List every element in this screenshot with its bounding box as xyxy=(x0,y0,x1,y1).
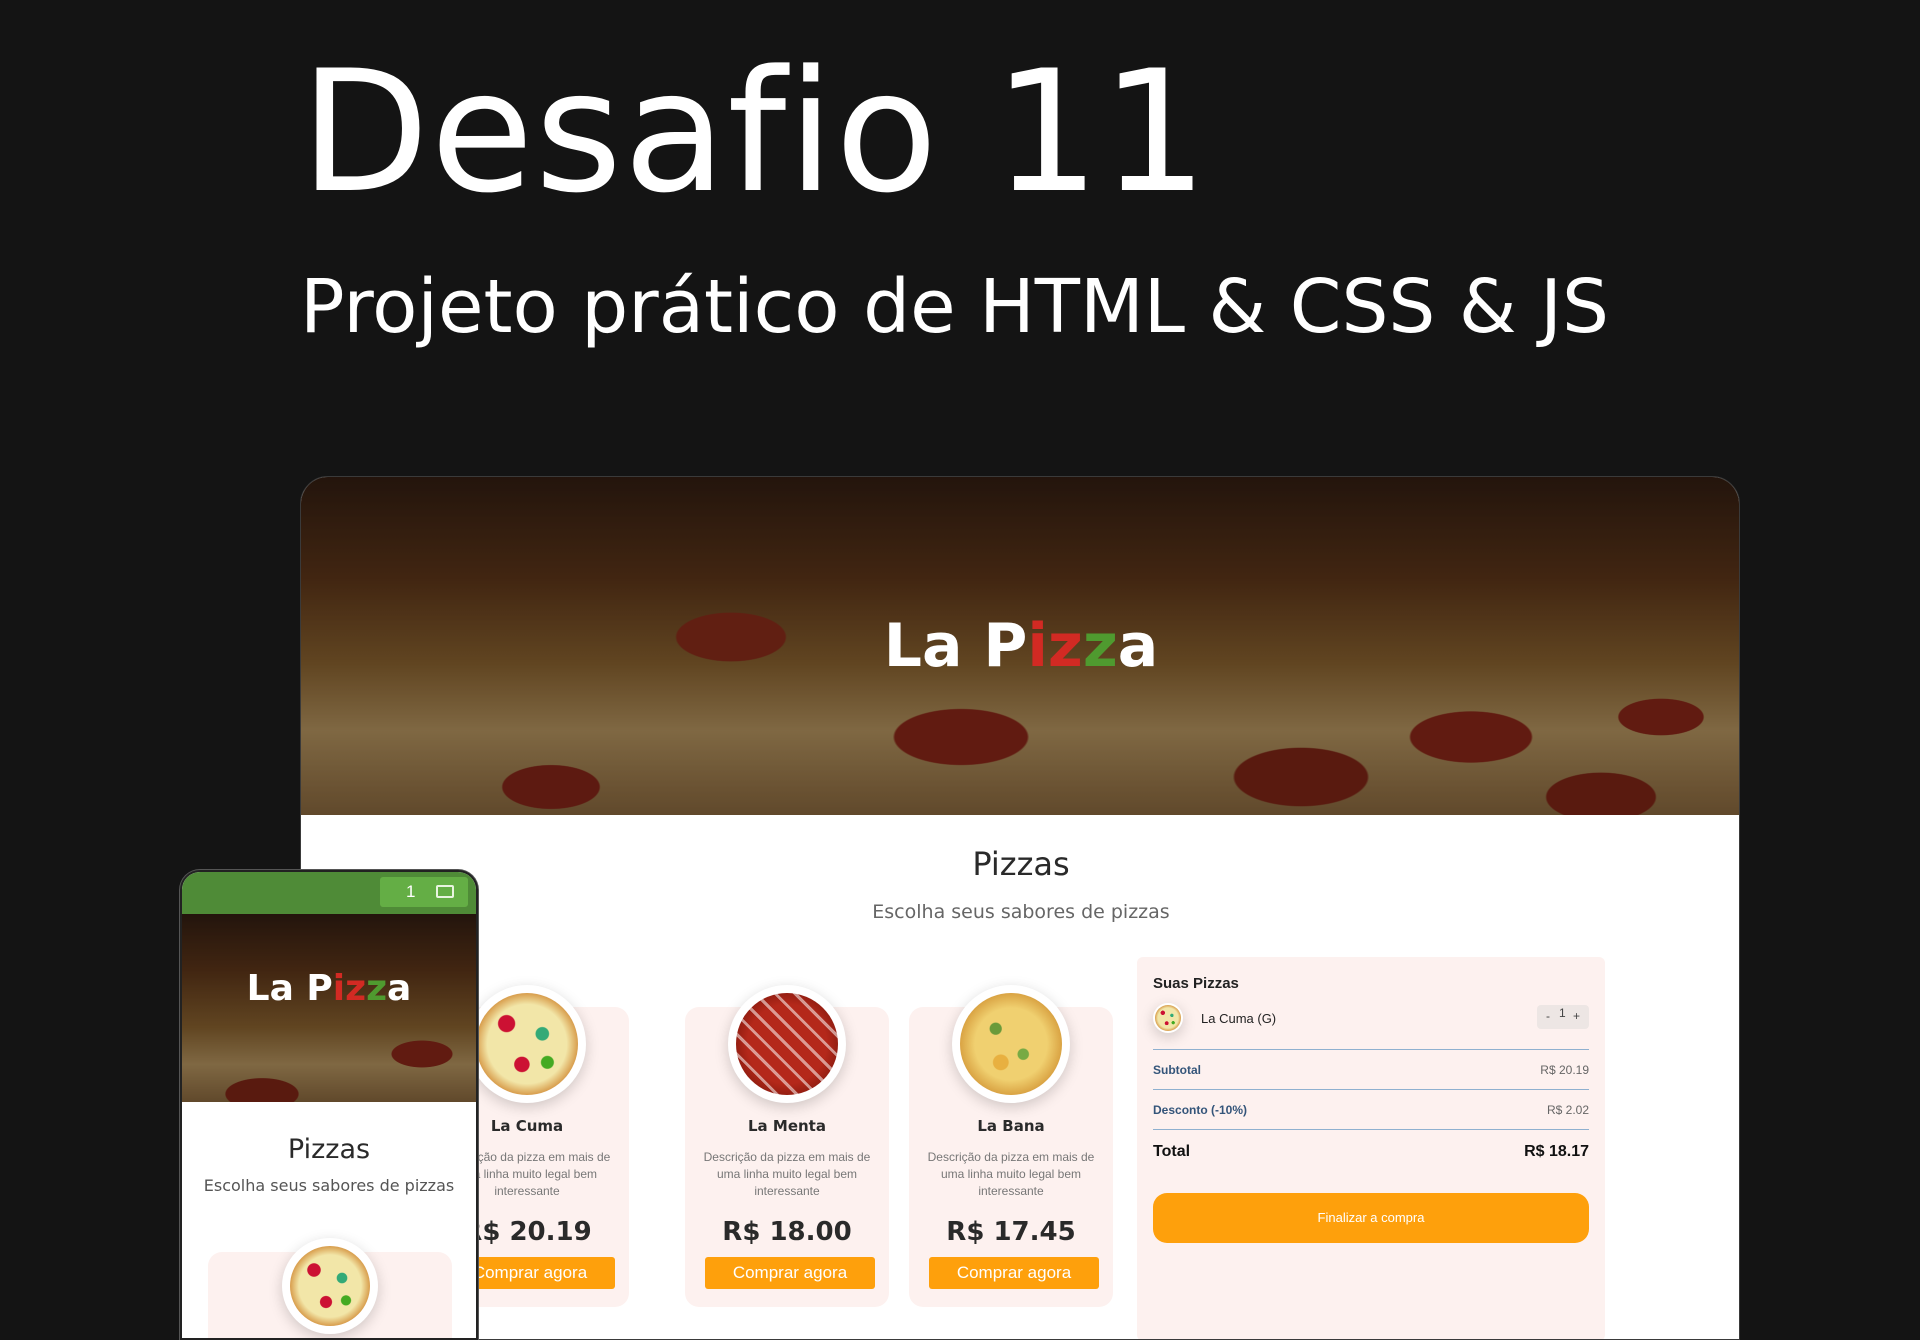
discount-value: R$ 2.02 xyxy=(1546,1103,1589,1117)
increase-button[interactable]: + xyxy=(1573,1009,1580,1023)
product-card: La Bana Descrição da pizza em mais de um… xyxy=(909,985,1113,1307)
checkout-button[interactable]: Finalizar a compra xyxy=(1153,1193,1589,1243)
mobile-section-subtitle: Escolha seus sabores de pizzas xyxy=(203,1176,455,1195)
buy-button[interactable]: Comprar agora xyxy=(705,1257,875,1289)
cart-count: 1 xyxy=(406,882,416,901)
mobile-section-title: Pizzas xyxy=(287,1134,371,1165)
product-description: Descrição da pizza em mais de uma linha … xyxy=(703,1150,871,1198)
quantity-value: 1 xyxy=(1559,1006,1566,1020)
subtotal-label: Subtotal xyxy=(1153,1063,1201,1077)
subtotal-row: Subtotal R$ 20.19 xyxy=(1153,1049,1589,1089)
cart-item-name: La Cuma (G) xyxy=(1201,1011,1277,1026)
mobile-topbar: 1 xyxy=(182,872,476,914)
pizza-image xyxy=(728,985,846,1103)
cart-icon xyxy=(436,885,454,898)
logo: La Pizza xyxy=(883,611,1159,681)
total-row: Total R$ 18.17 xyxy=(1153,1129,1589,1169)
mobile-cart-button[interactable]: 1 xyxy=(380,877,468,907)
product-card: La Menta Descrição da pizza em mais de u… xyxy=(685,985,889,1307)
cart-item-image xyxy=(1153,1003,1183,1033)
cart-item: La Cuma (G) - 1 + xyxy=(1153,1003,1589,1037)
hero-title: Desafio 11 xyxy=(300,34,1209,230)
cart-title: Suas Pizzas xyxy=(1153,975,1239,992)
total-label: Total xyxy=(1153,1143,1191,1160)
pizza-image xyxy=(952,985,1070,1103)
total-value: R$ 18.17 xyxy=(1524,1143,1589,1160)
decrease-button[interactable]: - xyxy=(1546,1009,1550,1023)
mobile-preview: 1 La Pizza Pizzas Escolha seus sabores d… xyxy=(180,870,478,1340)
section-subtitle: Escolha seus sabores de pizzas xyxy=(872,901,1170,923)
discount-row: Desconto (-10%) R$ 2.02 xyxy=(1153,1089,1589,1129)
hero-subtitle: Projeto prático de HTML & CSS & JS xyxy=(300,264,1609,350)
mobile-product-card xyxy=(208,1238,452,1338)
cart-panel: Suas Pizzas La Cuma (G) - 1 + Subtotal R… xyxy=(1137,957,1605,1339)
buy-button[interactable]: Comprar agora xyxy=(929,1257,1099,1289)
mobile-logo: La Pizza xyxy=(246,968,412,1009)
product-price: R$ 17.45 xyxy=(946,1217,1076,1247)
discount-label: Desconto (-10%) xyxy=(1153,1103,1248,1117)
pizza-image xyxy=(282,1238,378,1334)
section-title: Pizzas xyxy=(972,845,1070,883)
product-name: La Bana xyxy=(977,1117,1045,1135)
product-description: Descrição da pizza em mais de uma linha … xyxy=(927,1150,1095,1198)
quantity-stepper: - 1 + xyxy=(1537,1005,1589,1029)
subtotal-value: R$ 20.19 xyxy=(1540,1063,1589,1077)
pizza-image xyxy=(468,985,586,1103)
desktop-preview: La Pizza Pizzas Escolha seus sabores de … xyxy=(300,476,1740,1340)
product-price: R$ 18.00 xyxy=(722,1217,852,1247)
product-name: La Menta xyxy=(748,1117,826,1135)
